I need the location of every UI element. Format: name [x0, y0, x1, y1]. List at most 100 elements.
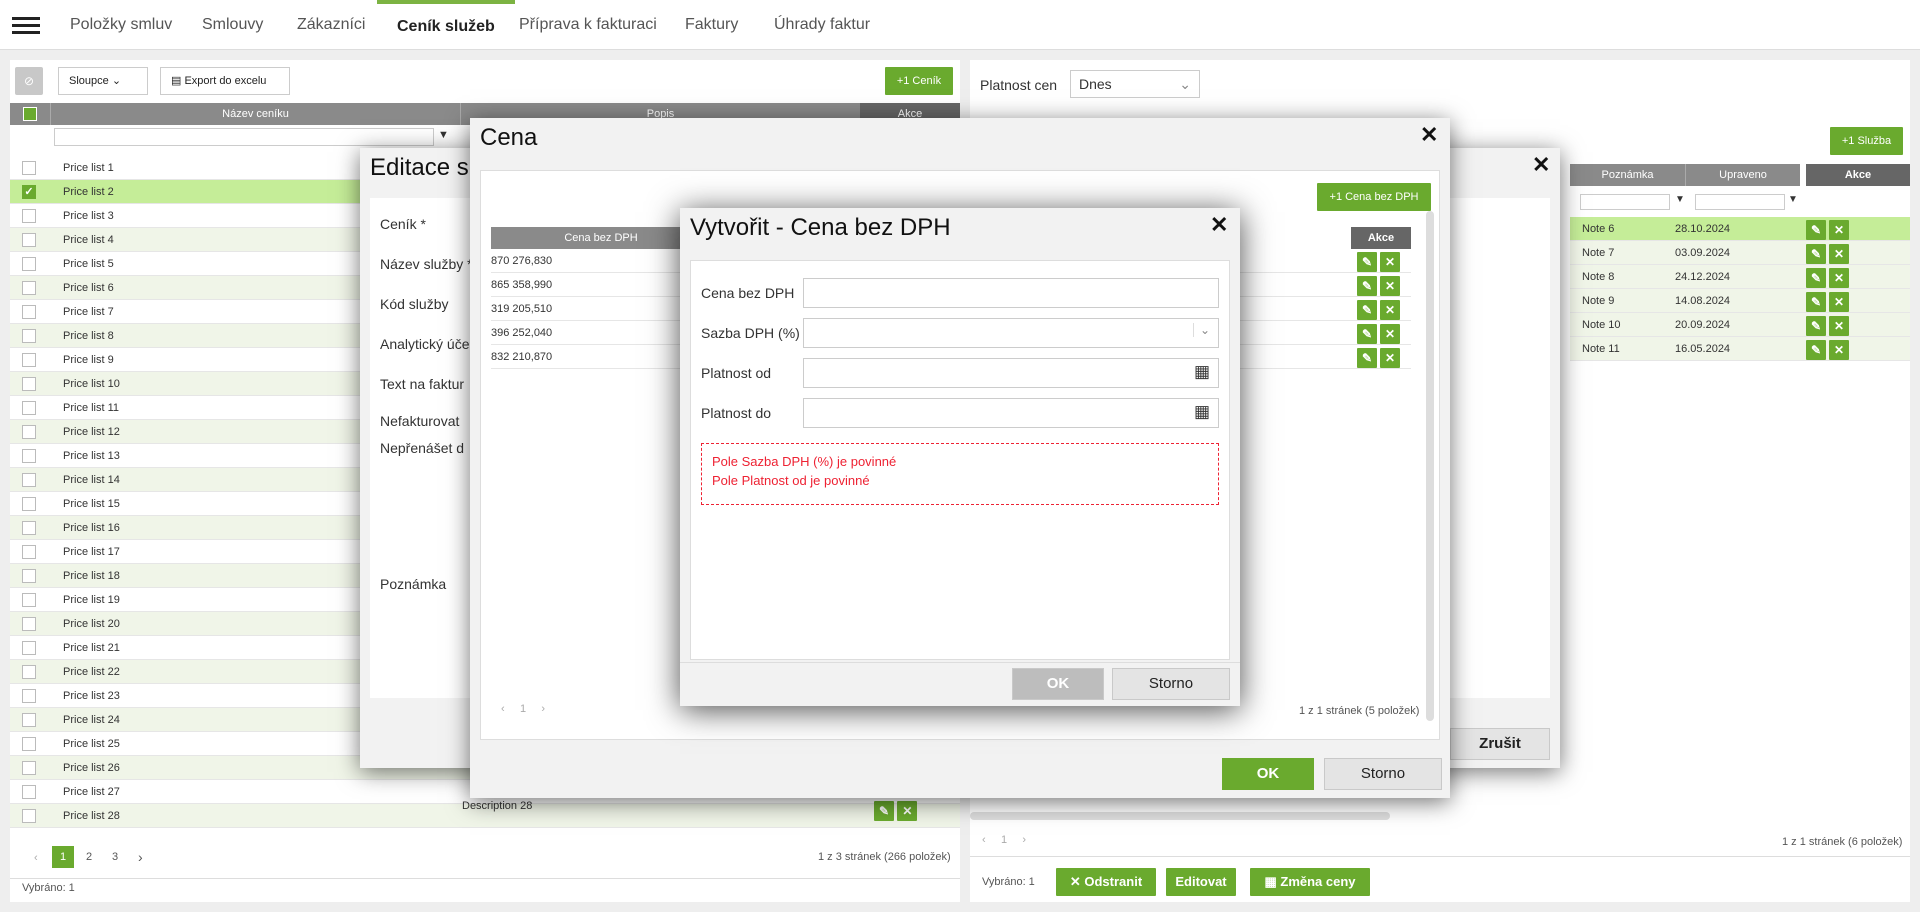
edit-icon[interactable]: ✎ [1357, 324, 1377, 344]
row-checkbox[interactable] [22, 497, 36, 511]
table-row[interactable]: Note 9 14.08.2024 ✎ ✕ [1570, 289, 1910, 313]
close-icon[interactable]: ✕ [1210, 212, 1228, 238]
row-checkbox[interactable] [22, 425, 36, 439]
row-checkbox[interactable]: ✓ [22, 185, 36, 199]
delete-icon[interactable]: ✕ [1380, 300, 1401, 320]
table-row[interactable]: Note 6 28.10.2024 ✎ ✕ [1570, 217, 1910, 241]
row-checkbox[interactable] [22, 209, 36, 223]
valid-from-input[interactable]: ▦ [803, 358, 1219, 388]
cancel-button[interactable]: Storno [1112, 668, 1230, 700]
delete-icon[interactable]: ✕ [1829, 292, 1850, 312]
table-row[interactable]: Note 7 03.09.2024 ✎ ✕ [1570, 241, 1910, 265]
page-2[interactable]: 2 [86, 851, 92, 863]
note-filter-input[interactable] [1580, 194, 1670, 210]
row-checkbox[interactable] [22, 161, 36, 175]
tab-polozky-smluv[interactable]: Položky smluv [70, 0, 172, 50]
add-price-list-button[interactable]: +1 Ceník [885, 67, 953, 95]
row-checkbox[interactable] [22, 233, 36, 247]
delete-icon[interactable]: ✕ [1829, 316, 1850, 336]
header-checkbox[interactable] [10, 103, 50, 125]
edit-icon[interactable]: ✎ [1806, 220, 1826, 240]
add-service-button[interactable]: +1 Služba [1830, 127, 1903, 155]
row-checkbox[interactable] [22, 785, 36, 799]
filter-icon[interactable]: ▼ [1675, 194, 1685, 205]
delete-icon[interactable]: ✕ [1829, 268, 1850, 288]
page-3[interactable]: 3 [112, 851, 118, 863]
tab-zakaznici[interactable]: Zákazníci [297, 0, 365, 50]
vertical-scrollbar[interactable] [1426, 211, 1434, 721]
row-checkbox[interactable] [22, 617, 36, 631]
edit-icon[interactable]: ✎ [1806, 340, 1826, 360]
edit-button[interactable]: Editovat [1166, 868, 1236, 896]
row-checkbox[interactable] [22, 737, 36, 751]
edit-icon[interactable]: ✎ [1806, 244, 1826, 264]
remove-button[interactable]: ✕ Odstranit [1056, 868, 1156, 896]
tab-uhrady-faktur[interactable]: Úhrady faktur [774, 0, 870, 50]
column-header-updated[interactable]: Upraveno [1685, 164, 1800, 186]
close-icon[interactable]: ✕ [1532, 152, 1550, 178]
delete-icon[interactable]: ✕ [1829, 340, 1850, 360]
table-row[interactable]: Note 11 16.05.2024 ✎ ✕ [1570, 337, 1910, 361]
tab-faktury[interactable]: Faktury [685, 0, 738, 50]
valid-to-input[interactable]: ▦ [803, 398, 1219, 428]
row-checkbox[interactable] [22, 521, 36, 535]
next-page-icon[interactable]: › [138, 849, 143, 865]
row-checkbox[interactable] [22, 377, 36, 391]
column-header-price[interactable]: Cena bez DPH [491, 227, 711, 249]
horizontal-scrollbar[interactable] [970, 812, 1390, 820]
edit-icon[interactable]: ✎ [874, 801, 894, 821]
updated-filter-input[interactable] [1695, 194, 1785, 210]
prev-page-icon[interactable]: ‹ [34, 852, 38, 864]
row-checkbox[interactable] [22, 473, 36, 487]
table-row[interactable]: Note 10 20.09.2024 ✎ ✕ [1570, 313, 1910, 337]
column-header-note[interactable]: Poznámka [1570, 164, 1685, 186]
close-icon[interactable]: ✕ [1420, 122, 1438, 148]
row-checkbox[interactable] [22, 689, 36, 703]
row-checkbox[interactable] [22, 593, 36, 607]
row-checkbox[interactable] [22, 641, 36, 655]
edit-icon[interactable]: ✎ [1357, 300, 1377, 320]
cancel-button[interactable]: Storno [1324, 758, 1442, 790]
calendar-icon[interactable]: ▦ [1194, 362, 1210, 382]
calendar-icon[interactable]: ▦ [1194, 402, 1210, 422]
row-checkbox[interactable] [22, 713, 36, 727]
cancel-button[interactable]: Zrušit [1450, 728, 1550, 760]
row-checkbox[interactable] [22, 761, 36, 775]
delete-icon[interactable]: ✕ [1829, 220, 1850, 240]
row-checkbox[interactable] [22, 305, 36, 319]
row-checkbox[interactable] [22, 401, 36, 415]
edit-icon[interactable]: ✎ [1357, 252, 1377, 272]
edit-icon[interactable]: ✎ [1357, 348, 1377, 368]
change-price-button[interactable]: ▦ Změna ceny [1250, 868, 1370, 896]
page-1[interactable]: 1 [52, 846, 74, 868]
edit-icon[interactable]: ✎ [1806, 316, 1826, 336]
ok-button[interactable]: OK [1012, 668, 1104, 700]
column-header-name[interactable]: Název ceníku [50, 103, 460, 125]
filter-icon[interactable]: ▼ [438, 129, 449, 141]
delete-icon[interactable]: ✕ [1380, 324, 1401, 344]
filter-clear-icon[interactable]: ⊘ [15, 67, 43, 95]
row-checkbox[interactable] [22, 329, 36, 343]
validity-select[interactable]: Dnes ⌄ [1070, 70, 1200, 98]
tab-smlouvy[interactable]: Smlouvy [202, 0, 263, 50]
row-checkbox[interactable] [22, 257, 36, 271]
row-checkbox[interactable] [22, 809, 36, 823]
row-checkbox[interactable] [22, 281, 36, 295]
vat-select[interactable]: ⌄ [803, 318, 1219, 348]
delete-icon[interactable]: ✕ [1380, 252, 1401, 272]
price-input[interactable] [803, 278, 1219, 308]
delete-icon[interactable]: ✕ [1380, 276, 1401, 296]
tab-priprava-k-fakturaci[interactable]: Příprava k fakturaci [519, 0, 657, 50]
edit-icon[interactable]: ✎ [1806, 268, 1826, 288]
row-checkbox[interactable] [22, 449, 36, 463]
tab-cenik-sluzeb[interactable]: Ceník služeb [377, 0, 515, 50]
name-filter-input[interactable] [54, 128, 434, 146]
edit-icon[interactable]: ✎ [1806, 292, 1826, 312]
filter-icon[interactable]: ▼ [1788, 194, 1798, 205]
ok-button[interactable]: OK [1222, 758, 1314, 790]
row-checkbox[interactable] [22, 665, 36, 679]
delete-icon[interactable]: ✕ [1829, 244, 1850, 264]
delete-icon[interactable]: ✕ [1380, 348, 1401, 368]
add-price-button[interactable]: +1 Cena bez DPH [1317, 183, 1431, 211]
row-checkbox[interactable] [22, 545, 36, 559]
